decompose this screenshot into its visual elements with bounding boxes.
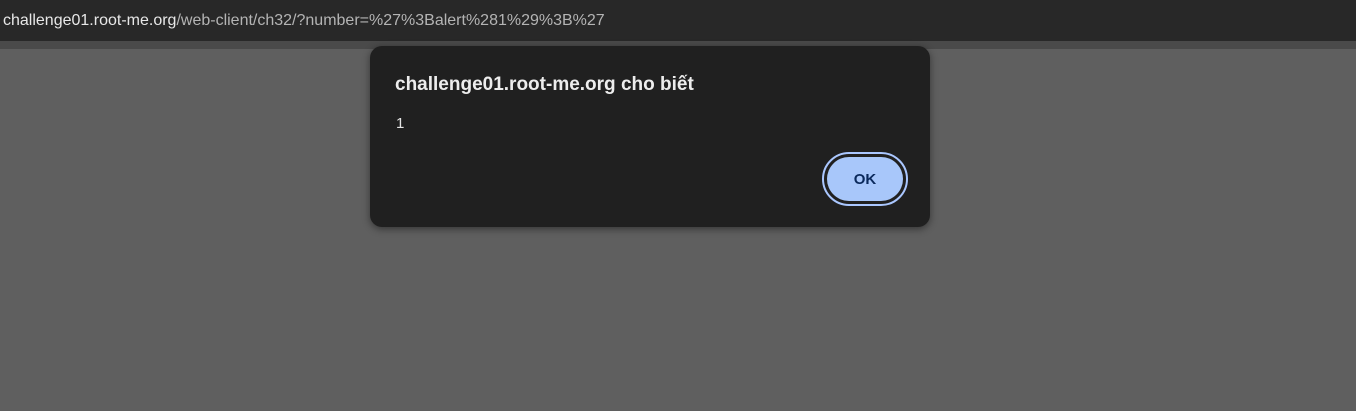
address-bar[interactable]: challenge01.root-me.org/web-client/ch32/… <box>0 0 1356 41</box>
url-host: challenge01.root-me.org <box>3 11 177 29</box>
alert-dialog: challenge01.root-me.org cho biết 1 OK <box>370 46 930 227</box>
ok-button-label: OK <box>827 157 903 201</box>
dialog-title: challenge01.root-me.org cho biết <box>395 74 694 95</box>
dialog-message: 1 <box>396 115 405 132</box>
url-path: /web-client/ch32/?number=%27%3Balert%281… <box>176 11 605 29</box>
ok-button[interactable]: OK <box>822 152 908 206</box>
